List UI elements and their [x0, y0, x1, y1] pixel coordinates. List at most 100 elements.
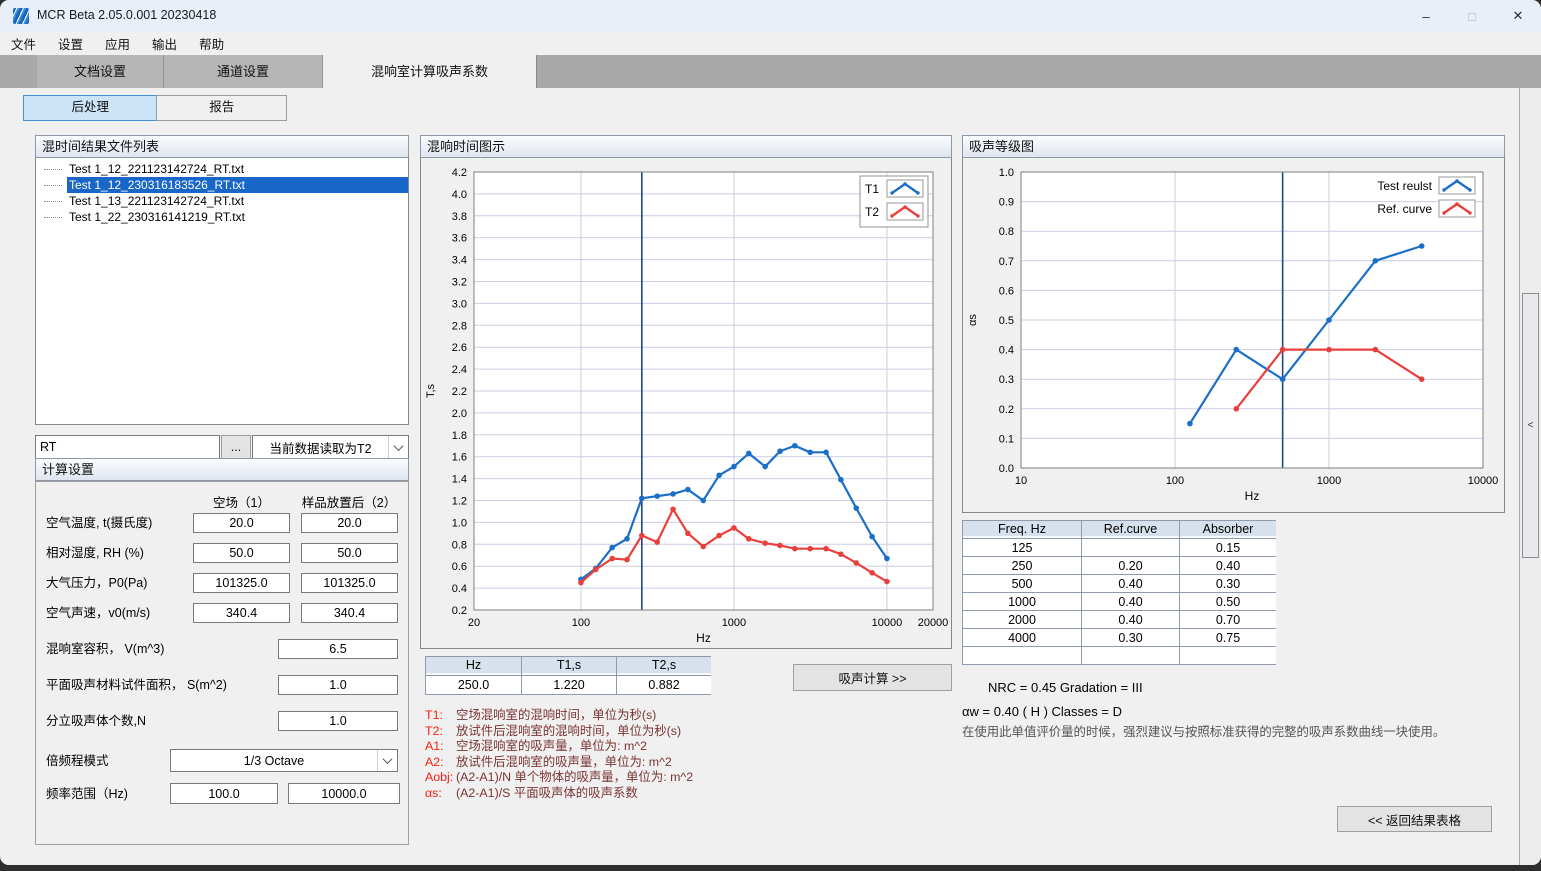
- collapse-panel-handle[interactable]: <: [1522, 293, 1539, 558]
- file-list-item[interactable]: Test 1_13_221123142724_RT.txt: [36, 193, 408, 209]
- menu-item-2[interactable]: 应用: [94, 34, 141, 53]
- rt-name-input[interactable]: [35, 435, 220, 459]
- note-desc: 空场混响室的混响时间，单位为秒(s): [456, 708, 656, 722]
- table-header-cell: Hz: [426, 657, 521, 675]
- table-header-cell: T1,s: [522, 657, 616, 675]
- freq-min-input[interactable]: [170, 783, 278, 804]
- table-cell: 500: [963, 575, 1081, 592]
- octave-mode-dropdown[interactable]: 1/3 Octave: [170, 749, 398, 772]
- subtab-group: 后处理报告: [23, 95, 287, 119]
- file-name: Test 1_12_221123142724_RT.txt: [67, 161, 408, 177]
- svg-text:0.7: 0.7: [999, 256, 1014, 268]
- setting-input[interactable]: [301, 603, 398, 623]
- svg-text:3.2: 3.2: [452, 277, 467, 289]
- svg-text:T1: T1: [865, 182, 879, 196]
- rt-chart-header: 混响时间图示: [420, 135, 952, 158]
- file-list-item[interactable]: Test 1_12_221123142724_RT.txt: [36, 161, 408, 177]
- subtab-0[interactable]: 后处理: [23, 95, 157, 121]
- svg-text:2.0: 2.0: [452, 408, 467, 420]
- svg-text:0.4: 0.4: [999, 345, 1014, 357]
- svg-text:Hz: Hz: [1245, 489, 1260, 503]
- table-cell: [1082, 647, 1179, 664]
- octave-mode-value: 1/3 Octave: [171, 754, 377, 768]
- calc-settings-box: 空场（1） 样品放置后（2） 空气温度, t(摄氏度)相对湿度, RH (%)大…: [35, 481, 409, 845]
- svg-text:T,s: T,s: [425, 383, 437, 398]
- note-desc: (A2-A1)/N 单个物体的吸声量，单位为: m^2: [456, 770, 693, 784]
- table-cell: 0.40: [1082, 575, 1179, 592]
- chevron-down-icon: [388, 436, 408, 458]
- file-list-item[interactable]: Test 1_12_230316183526_RT.txt: [36, 177, 408, 193]
- note-desc: 放试件后混响室的混响时间，单位为秒(s): [456, 724, 681, 738]
- setting-input[interactable]: [193, 513, 290, 533]
- maximize-icon[interactable]: □: [1449, 0, 1495, 32]
- note-desc: 空场混响室的吸声量，单位为: m^2: [456, 739, 647, 753]
- svg-text:1.2: 1.2: [452, 496, 467, 508]
- menu-item-3[interactable]: 输出: [141, 34, 188, 53]
- note-line: T2:放试件后混响室的混响时间，单位为秒(s): [425, 724, 693, 740]
- table-header-cell: Freq. Hz: [963, 521, 1081, 538]
- setting-input[interactable]: [301, 573, 398, 593]
- note-desc: 放试件后混响室的吸声量，单位为: m^2: [456, 755, 672, 769]
- table-header-cell: T2,s: [617, 657, 711, 675]
- tab-0[interactable]: 文档设置: [37, 55, 164, 88]
- file-name: Test 1_22_230316141219_RT.txt: [67, 209, 408, 225]
- setting-label: 平面吸声材料试件面积， S(m^2): [46, 675, 227, 695]
- browse-button[interactable]: ...: [221, 435, 251, 459]
- absorption-calc-button[interactable]: 吸声计算 >>: [793, 664, 952, 691]
- svg-text:100: 100: [572, 617, 590, 629]
- setting-input[interactable]: [278, 639, 398, 659]
- svg-text:0.2: 0.2: [999, 404, 1014, 416]
- setting-input[interactable]: [301, 543, 398, 563]
- table-cell: 250: [963, 557, 1081, 574]
- note-line: A2:放试件后混响室的吸声量，单位为: m^2: [425, 755, 693, 771]
- close-icon[interactable]: ✕: [1495, 0, 1541, 32]
- setting-input[interactable]: [278, 711, 398, 731]
- file-name: Test 1_13_221123142724_RT.txt: [67, 193, 408, 209]
- svg-text:0.1: 0.1: [999, 433, 1014, 445]
- tree-branch-icon: [44, 201, 62, 202]
- tab-1[interactable]: 通道设置: [164, 55, 323, 88]
- svg-text:20000: 20000: [918, 617, 949, 629]
- freq-max-input[interactable]: [288, 783, 400, 804]
- setting-input[interactable]: [301, 513, 398, 533]
- svg-text:0.2: 0.2: [452, 605, 467, 617]
- svg-text:20: 20: [468, 617, 480, 629]
- note-term: αs:: [425, 786, 456, 802]
- setting-input[interactable]: [193, 573, 290, 593]
- dropdown-value: 当前数据读取为T2: [253, 438, 388, 457]
- table-cell: 2000: [963, 611, 1081, 628]
- svg-text:0.9: 0.9: [999, 197, 1014, 209]
- setting-input[interactable]: [193, 543, 290, 563]
- setting-label: 大气压力，P0(Pa): [46, 573, 147, 593]
- tree-branch-icon: [44, 169, 62, 170]
- subtab-1[interactable]: 报告: [156, 95, 287, 121]
- app-icon: [13, 8, 29, 24]
- table-cell: 0.40: [1180, 557, 1276, 574]
- note-line: A1:空场混响室的吸声量，单位为: m^2: [425, 739, 693, 755]
- menu-item-4[interactable]: 帮助: [188, 34, 235, 53]
- table-cell: 0.50: [1180, 593, 1276, 610]
- note-line: αs:(A2-A1)/S 平面吸声体的吸声系数: [425, 786, 693, 802]
- back-to-results-button[interactable]: << 返回结果表格: [1337, 806, 1492, 832]
- menu-bar: 文件设置应用输出帮助: [0, 32, 1541, 55]
- file-list-item[interactable]: Test 1_22_230316141219_RT.txt: [36, 209, 408, 225]
- setting-input[interactable]: [278, 675, 398, 695]
- menu-item-1[interactable]: 设置: [47, 34, 94, 53]
- app-window: MCR Beta 2.05.0.001 20230418 – □ ✕ 文件设置应…: [0, 0, 1541, 865]
- table-cell: [963, 647, 1081, 664]
- data-source-dropdown[interactable]: 当前数据读取为T2: [252, 435, 409, 459]
- rt-chart-box: 0.20.40.60.81.01.21.41.61.82.02.22.42.62…: [420, 158, 952, 649]
- tab-2[interactable]: 混响室计算吸声系数: [323, 55, 537, 88]
- table-header-cell: Absorber: [1180, 521, 1276, 538]
- menu-item-0[interactable]: 文件: [0, 34, 47, 53]
- svg-text:4.0: 4.0: [452, 189, 467, 201]
- svg-text:1.6: 1.6: [452, 452, 467, 464]
- table-cell: 250.0: [426, 676, 521, 694]
- table-cell: 0.20: [1082, 557, 1179, 574]
- svg-text:2.2: 2.2: [452, 386, 467, 398]
- svg-text:0.3: 0.3: [999, 374, 1014, 386]
- setting-input[interactable]: [193, 603, 290, 623]
- minimize-icon[interactable]: –: [1403, 0, 1449, 32]
- table-cell: 125: [963, 539, 1081, 556]
- svg-text:100: 100: [1166, 475, 1184, 487]
